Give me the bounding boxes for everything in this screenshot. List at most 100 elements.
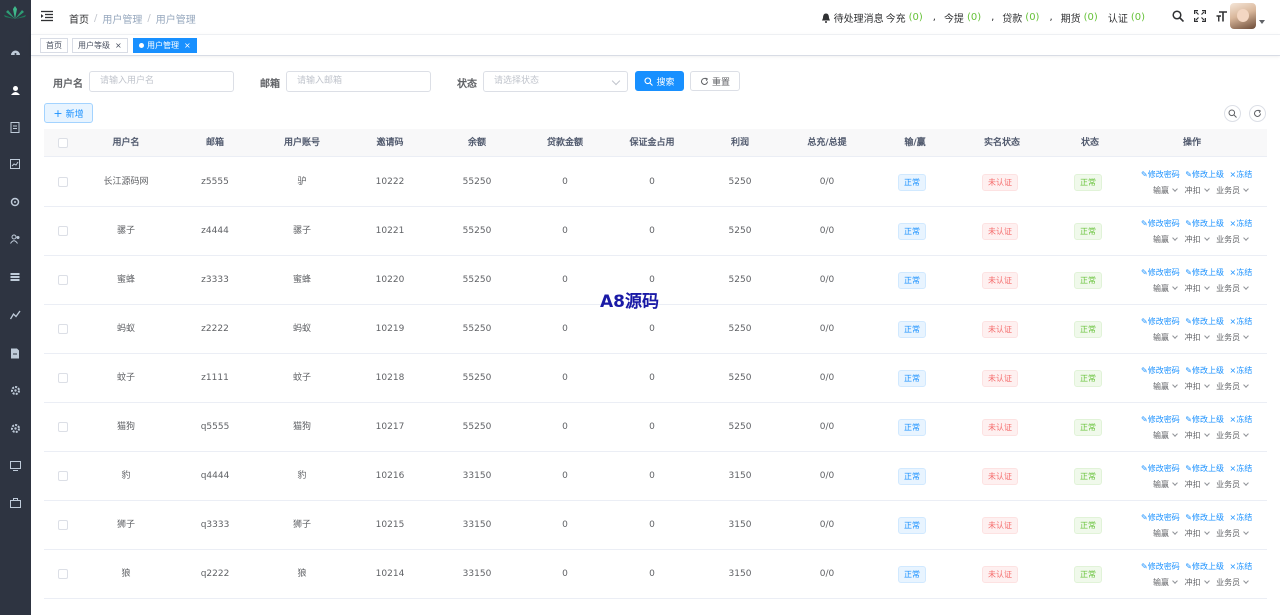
change-parent-link[interactable]: ✎修改上级	[1185, 317, 1224, 326]
win-lose-dropdown[interactable]: 输赢	[1153, 480, 1182, 489]
pending-withdraw-count[interactable]: (0)	[967, 12, 981, 23]
change-password-link[interactable]: ✎修改密码	[1141, 219, 1180, 228]
select-all-checkbox[interactable]	[58, 138, 68, 148]
user-icon[interactable]	[8, 83, 22, 97]
change-parent-link[interactable]: ✎修改上级	[1185, 170, 1224, 179]
report-icon[interactable]	[8, 346, 22, 360]
people-icon[interactable]	[8, 232, 22, 246]
adjust-dropdown[interactable]: 冲扣	[1185, 529, 1214, 538]
tag-user-management[interactable]: 用户管理 ×	[133, 38, 197, 53]
win-lose-dropdown[interactable]: 输赢	[1153, 235, 1182, 244]
change-parent-link[interactable]: ✎修改上级	[1185, 513, 1224, 522]
change-password-link[interactable]: ✎修改密码	[1141, 170, 1180, 179]
salesman-dropdown[interactable]: 业务员	[1216, 480, 1253, 489]
adjust-dropdown[interactable]: 冲扣	[1185, 186, 1214, 195]
win-lose-dropdown[interactable]: 输赢	[1153, 431, 1182, 440]
username-input[interactable]: 请输入用户名	[89, 71, 234, 92]
hamburger-icon[interactable]	[41, 10, 53, 22]
adjust-dropdown[interactable]: 冲扣	[1185, 333, 1214, 342]
row-checkbox[interactable]	[58, 569, 68, 579]
status-select[interactable]: 请选择状态	[483, 71, 628, 92]
add-button[interactable]: + 新增	[44, 103, 93, 123]
row-checkbox[interactable]	[58, 422, 68, 432]
change-parent-link[interactable]: ✎修改上级	[1185, 268, 1224, 277]
freeze-link[interactable]: ×冻结	[1230, 366, 1253, 375]
win-lose-dropdown[interactable]: 输赢	[1153, 382, 1182, 391]
row-checkbox[interactable]	[58, 226, 68, 236]
monitor-icon[interactable]	[8, 459, 22, 473]
freeze-link[interactable]: ×冻结	[1230, 219, 1253, 228]
win-lose-dropdown[interactable]: 输赢	[1153, 284, 1182, 293]
change-password-link[interactable]: ✎修改密码	[1141, 268, 1180, 277]
adjust-dropdown[interactable]: 冲扣	[1185, 480, 1214, 489]
pending-loan-count[interactable]: (0)	[1025, 12, 1039, 23]
close-icon[interactable]: ×	[184, 41, 191, 50]
trend-icon[interactable]	[8, 308, 22, 322]
salesman-dropdown[interactable]: 业务员	[1216, 529, 1253, 538]
adjust-dropdown[interactable]: 冲扣	[1185, 431, 1214, 440]
freeze-link[interactable]: ×冻结	[1230, 317, 1253, 326]
tag-home[interactable]: 首页	[40, 38, 68, 53]
salesman-dropdown[interactable]: 业务员	[1216, 431, 1253, 440]
freeze-link[interactable]: ×冻结	[1230, 562, 1253, 571]
freeze-link[interactable]: ×冻结	[1230, 415, 1253, 424]
briefcase-icon[interactable]	[8, 496, 22, 510]
reset-button[interactable]: 重置	[690, 71, 740, 91]
change-password-link[interactable]: ✎修改密码	[1141, 415, 1180, 424]
search-icon[interactable]	[1172, 10, 1184, 22]
dashboard-icon[interactable]	[8, 45, 22, 59]
change-password-link[interactable]: ✎修改密码	[1141, 513, 1180, 522]
font-size-icon[interactable]	[1216, 10, 1228, 22]
change-parent-link[interactable]: ✎修改上级	[1185, 219, 1224, 228]
change-parent-link[interactable]: ✎修改上级	[1185, 415, 1224, 424]
change-password-link[interactable]: ✎修改密码	[1141, 317, 1180, 326]
salesman-dropdown[interactable]: 业务员	[1216, 333, 1253, 342]
row-checkbox[interactable]	[58, 324, 68, 334]
freeze-link[interactable]: ×冻结	[1230, 170, 1253, 179]
avatar[interactable]	[1230, 3, 1256, 29]
win-lose-dropdown[interactable]: 输赢	[1153, 578, 1182, 587]
stack-icon[interactable]	[8, 270, 22, 284]
freeze-link[interactable]: ×冻结	[1230, 268, 1253, 277]
adjust-dropdown[interactable]: 冲扣	[1185, 284, 1214, 293]
gear-icon[interactable]	[8, 421, 22, 435]
pending-verify-count[interactable]: (0)	[1131, 12, 1145, 23]
freeze-link[interactable]: ×冻结	[1230, 513, 1253, 522]
adjust-dropdown[interactable]: 冲扣	[1185, 235, 1214, 244]
change-password-link[interactable]: ✎修改密码	[1141, 464, 1180, 473]
refresh-button[interactable]	[1249, 105, 1266, 122]
win-lose-dropdown[interactable]: 输赢	[1153, 186, 1182, 195]
row-checkbox[interactable]	[58, 471, 68, 481]
pending-futures-count[interactable]: (0)	[1084, 12, 1098, 23]
row-checkbox[interactable]	[58, 275, 68, 285]
salesman-dropdown[interactable]: 业务员	[1216, 186, 1253, 195]
salesman-dropdown[interactable]: 业务员	[1216, 235, 1253, 244]
document-icon[interactable]	[8, 120, 22, 134]
email-input[interactable]: 请输入邮箱	[286, 71, 431, 92]
caret-down-icon[interactable]	[1259, 20, 1265, 24]
search-button[interactable]: 搜索	[635, 71, 684, 91]
adjust-dropdown[interactable]: 冲扣	[1185, 382, 1214, 391]
breadcrumb-home[interactable]: 首页	[69, 11, 89, 26]
win-lose-dropdown[interactable]: 输赢	[1153, 333, 1182, 342]
row-checkbox[interactable]	[58, 177, 68, 187]
freeze-link[interactable]: ×冻结	[1230, 464, 1253, 473]
chart-icon[interactable]	[8, 157, 22, 171]
row-checkbox[interactable]	[58, 520, 68, 530]
tag-user-level[interactable]: 用户等级 ×	[72, 38, 128, 53]
change-parent-link[interactable]: ✎修改上级	[1185, 562, 1224, 571]
adjust-dropdown[interactable]: 冲扣	[1185, 578, 1214, 587]
settings-icon[interactable]	[8, 195, 22, 209]
row-checkbox[interactable]	[58, 373, 68, 383]
change-password-link[interactable]: ✎修改密码	[1141, 562, 1180, 571]
pending-recharge-count[interactable]: (0)	[909, 12, 923, 23]
change-parent-link[interactable]: ✎修改上级	[1185, 366, 1224, 375]
salesman-dropdown[interactable]: 业务员	[1216, 382, 1253, 391]
gear-icon[interactable]	[8, 383, 22, 397]
close-icon[interactable]: ×	[115, 41, 122, 50]
salesman-dropdown[interactable]: 业务员	[1216, 284, 1253, 293]
change-password-link[interactable]: ✎修改密码	[1141, 366, 1180, 375]
change-parent-link[interactable]: ✎修改上级	[1185, 464, 1224, 473]
toggle-search-button[interactable]	[1224, 105, 1241, 122]
fullscreen-icon[interactable]	[1194, 10, 1206, 22]
